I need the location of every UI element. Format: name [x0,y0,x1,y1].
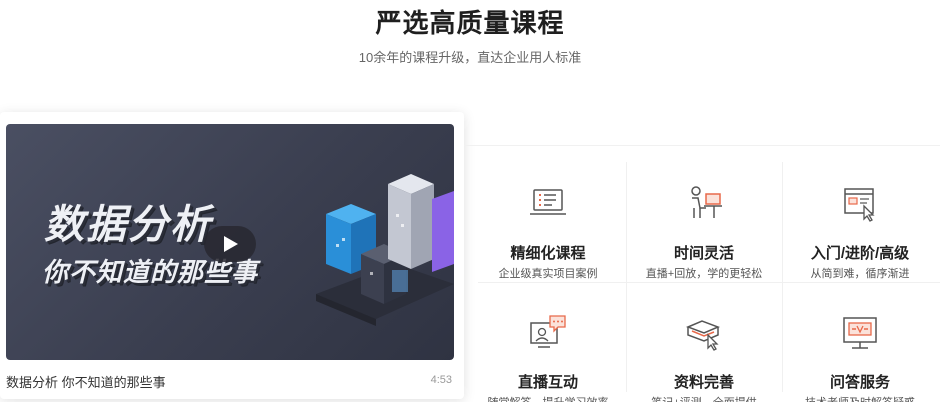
feature-item: 精细化课程 企业级真实项目案例 [470,160,626,284]
feature-item: 直播互动 随堂解答，提升学习效率 [470,289,626,402]
play-icon [224,236,238,252]
video-thumbnail[interactable]: 数据分析 你不知道的那些事 [6,124,454,360]
feature-desc: 从简到难，循序渐进 [810,268,910,280]
video-duration: 4:53 [430,374,452,386]
section-heading: 严选高质量课程 10余年的课程升级，直达企业用人标准 [0,6,940,67]
video-card[interactable]: 数据分析 你不知道的那些事 数据分析 你不知道的那些事 4:53 [0,112,464,399]
feature-item: 时间灵活 直播+回放，学的更轻松 [626,160,782,284]
feature-name: 资料完善 [673,374,734,391]
feature-item: 问答服务 技术老师及时解答疑惑 [782,289,938,402]
feature-desc: 随堂解答，提升学习效率 [470,394,626,402]
feature-name: 时间灵活 [673,245,734,262]
thumbnail-title: 数据分析 [44,202,212,248]
feature-name: 精细化课程 [510,245,586,262]
person-at-desk-icon [691,186,722,218]
section-subtitle: 10余年的课程升级，直达企业用人标准 [358,50,582,65]
book-cursor-icon [685,320,721,351]
feature-desc: 技术老师及时解答疑惑 [782,394,938,402]
feature-desc: 笔记+评测，全面提供 [626,394,782,402]
feature-desc: 企业级真实项目案例 [498,268,598,280]
feature-desc: 直播+回放，学的更轻松 [645,268,763,280]
web-click-icon [844,188,875,222]
feature-grid: 精细化课程 企业级真实项目案例 时间灵活 直播+回放，学的更轻松 入门/进阶/高… [464,145,940,402]
video-caption[interactable]: 数据分析 你不知道的那些事 [6,372,166,391]
feature-name: 直播互动 [517,374,578,391]
laptop-checklist-icon [530,189,566,215]
feature-name: 入门/进阶/高级 [810,245,910,262]
live-chat-icon [530,315,566,348]
feature-item: 资料完善 笔记+评测，全面提供 [626,289,782,402]
server-illustration [316,174,454,326]
feature-name: 问答服务 [829,374,890,391]
qa-board-icon [843,317,877,349]
play-button[interactable] [204,226,256,262]
section-title: 严选高质量课程 [375,8,565,38]
feature-item: 入门/进阶/高级 从简到难，循序渐进 [782,160,938,284]
